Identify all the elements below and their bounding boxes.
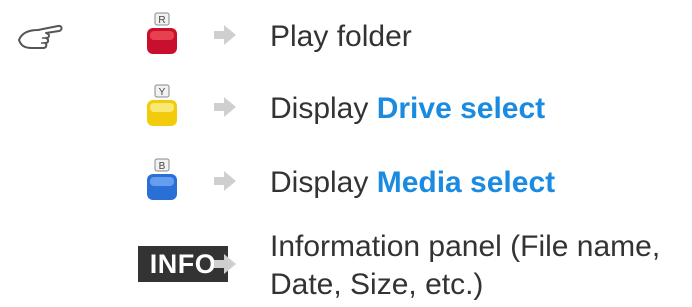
right-arrow-icon	[214, 25, 236, 45]
label-highlight: Drive select	[376, 92, 546, 125]
svg-text:R: R	[158, 15, 165, 26]
row-media-select: B Display Media select	[0, 158, 692, 208]
svg-text:Y: Y	[159, 87, 166, 98]
drive-select-label: Display Drive select	[270, 90, 545, 128]
label-text: Play folder	[270, 20, 412, 53]
information-panel-line2: Date, Size, etc.)	[270, 268, 484, 301]
media-select-label: Display Media select	[270, 164, 555, 202]
right-arrow-icon	[214, 97, 236, 117]
right-arrow-icon	[214, 254, 236, 274]
information-panel-line1: Information panel (File name,	[270, 230, 661, 263]
row-information-panel: INFO Information panel (File name, Date,…	[0, 228, 692, 306]
row-drive-select: Y Display Drive select	[0, 84, 692, 134]
label-text: Display	[270, 92, 377, 125]
svg-text:B: B	[159, 161, 166, 172]
red-button-icon[interactable]: R	[145, 12, 179, 58]
play-folder-label: Play folder	[270, 18, 412, 56]
label-text: Display	[270, 166, 377, 199]
yellow-button-icon[interactable]: Y	[145, 84, 179, 130]
row-play-folder: R Play folder	[0, 12, 692, 62]
label-highlight: Media select	[376, 166, 556, 199]
blue-button-icon[interactable]: B	[145, 158, 179, 204]
right-arrow-icon	[214, 171, 236, 191]
